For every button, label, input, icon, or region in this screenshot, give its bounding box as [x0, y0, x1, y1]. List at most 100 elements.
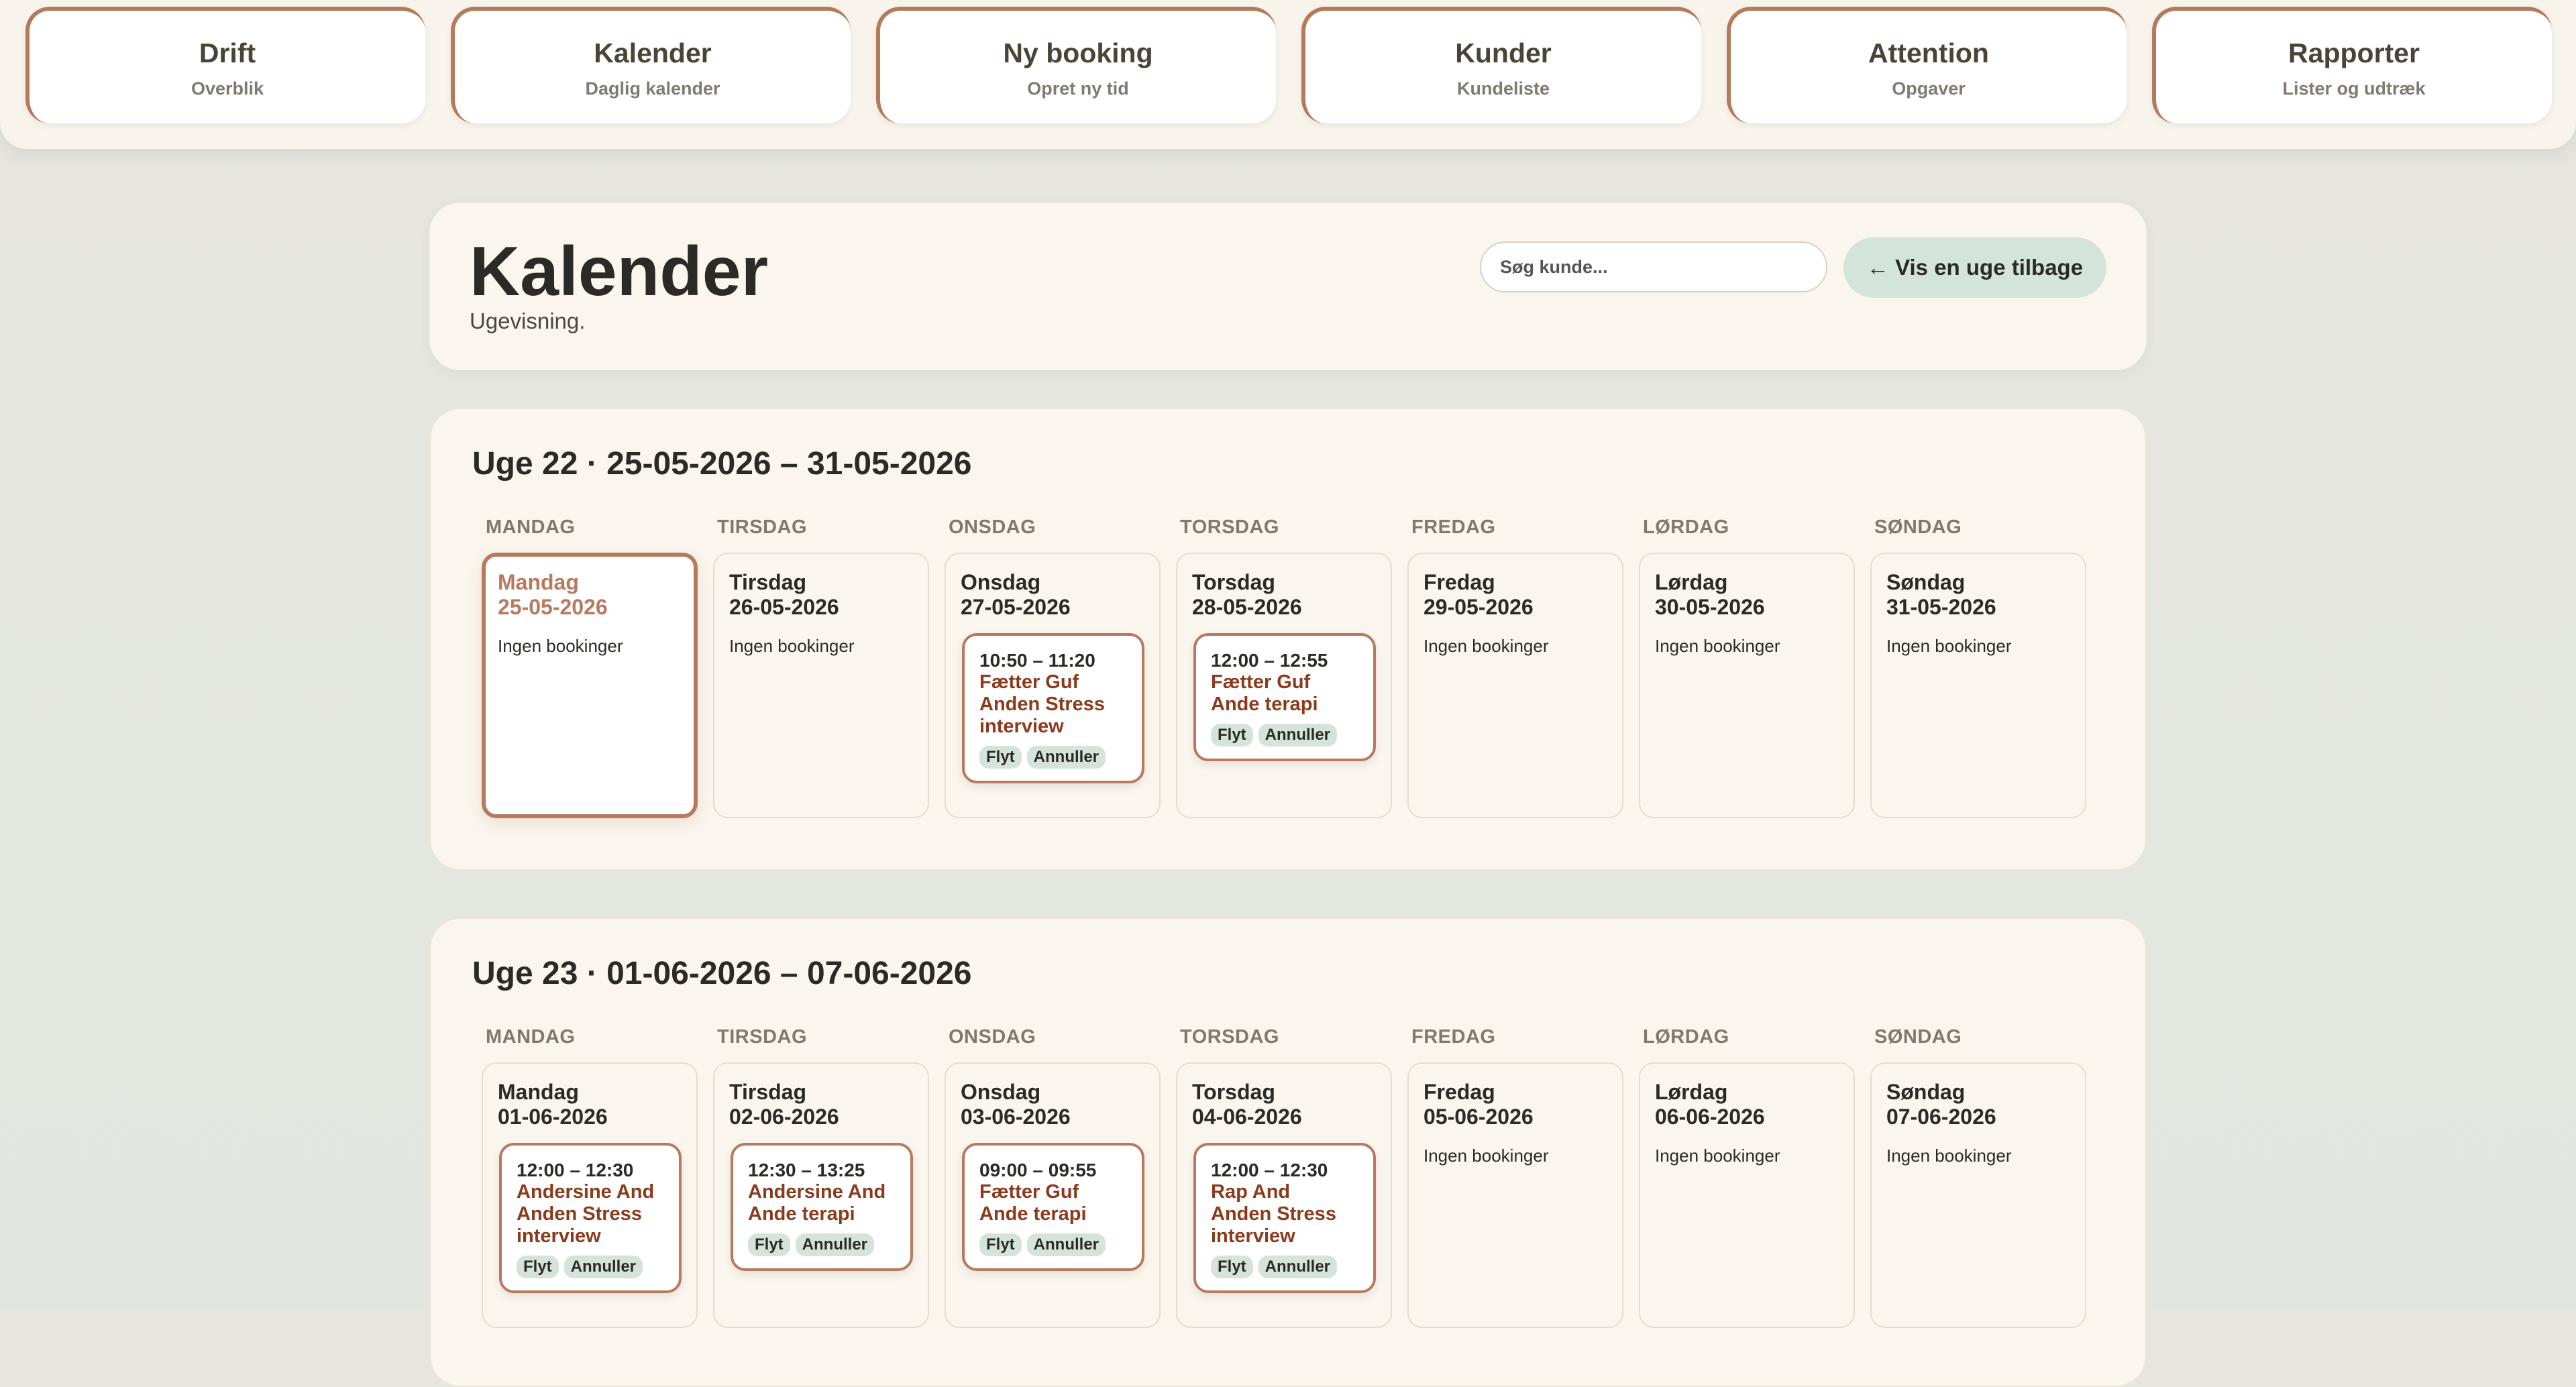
cancel-booking-button[interactable]: Annuller: [795, 1233, 875, 1256]
nav-drift[interactable]: Drift Overblik: [25, 7, 425, 123]
no-bookings-text: Ingen bookinger: [1424, 636, 1549, 656]
move-booking-button[interactable]: Flyt: [517, 1256, 559, 1278]
previous-week-button[interactable]: ← Vis en uge tilbage: [1843, 237, 2106, 298]
day-date: 03-06-2026: [961, 1105, 1071, 1129]
move-booking-button[interactable]: Flyt: [1211, 1256, 1253, 1278]
booking-treatment: Ande terapi: [1211, 694, 1318, 715]
booking-card[interactable]: 12:30 – 13:25 Andersine And Ande terapi Fly…: [731, 1143, 913, 1271]
weekday-header: LØRDAG: [1643, 1026, 1729, 1048]
day-cell[interactable]: Fredag 05-06-2026 Ingen bookinger: [1407, 1062, 1623, 1328]
day-name-date: Tirsdag 02-06-2026: [729, 1080, 839, 1129]
day-name: Søndag: [1886, 1080, 1966, 1104]
weekday-header: FREDAG: [1411, 1026, 1496, 1048]
weekday-header: FREDAG: [1411, 516, 1496, 538]
nav-title: Rapporter: [2288, 38, 2420, 68]
cancel-booking-button[interactable]: Annuller: [1258, 1256, 1338, 1278]
weekday-header: ONSDAG: [949, 1026, 1036, 1048]
nav-rapporter[interactable]: Rapporter Lister og udtræk: [2152, 7, 2552, 123]
customer-search-input[interactable]: [1480, 241, 1827, 292]
booking-card[interactable]: 12:00 – 12:55 Fætter Guf Ande terapi Flyt An…: [1193, 633, 1376, 761]
booking-treatment: Ande terapi: [979, 1203, 1087, 1225]
day-name: Tirsdag: [729, 1080, 806, 1104]
booking-card[interactable]: 12:00 – 12:30 Rap And Anden Stress intervi…: [1193, 1143, 1376, 1293]
nav-title: Attention: [1868, 38, 1989, 68]
day-name: Lørdag: [1655, 570, 1728, 594]
cancel-booking-button[interactable]: Annuller: [564, 1256, 643, 1278]
booking-treatment: Anden Stress interview: [979, 694, 1105, 737]
cancel-booking-button[interactable]: Annuller: [1258, 724, 1338, 746]
booking-treatment: Anden Stress interview: [1211, 1203, 1336, 1247]
nav-kalender[interactable]: Kalender Daglig kalender: [451, 7, 851, 123]
weekday-header: LØRDAG: [1643, 516, 1729, 538]
booking-card[interactable]: 12:00 – 12:30 Andersine And Anden Stress i…: [499, 1143, 682, 1293]
day-name-date: Lørdag 06-06-2026: [1655, 1080, 1765, 1129]
day-cell-today[interactable]: Mandag 25-05-2026 Ingen bookinger: [482, 553, 698, 818]
week-panel: Uge 22 · 25-05-2026 – 31-05-2026 MANDAG M…: [429, 408, 2147, 871]
day-cell[interactable]: Tirsdag 02-06-2026 12:30 – 13:25 Andersine …: [713, 1062, 929, 1328]
day-date: 05-06-2026: [1424, 1105, 1534, 1129]
top-navigation: Drift Overblik Kalender Daglig kalender …: [0, 0, 2576, 149]
day-name: Fredag: [1424, 570, 1495, 594]
nav-attention[interactable]: Attention Opgaver: [1727, 7, 2127, 123]
booking-time: 12:00 – 12:30: [1211, 1160, 1328, 1180]
day-name-date: Mandag 25-05-2026: [498, 570, 608, 620]
day-date: 31-05-2026: [1886, 595, 1996, 619]
nav-ny-booking[interactable]: Ny booking Opret ny tid: [876, 7, 1276, 123]
no-bookings-text: Ingen bookinger: [1655, 636, 1780, 656]
cancel-booking-button[interactable]: Annuller: [1026, 746, 1106, 769]
booking-customer: Fætter Guf: [979, 671, 1079, 693]
nav-subtitle: Opret ny tid: [1027, 78, 1129, 99]
nav-subtitle: Lister og udtræk: [2282, 78, 2426, 99]
nav-kunder[interactable]: Kunder Kundeliste: [1301, 7, 1701, 123]
week-title: Uge 23 · 01-06-2026 – 07-06-2026: [472, 956, 972, 991]
week-panel: Uge 23 · 01-06-2026 – 07-06-2026 MANDAG M…: [429, 918, 2147, 1387]
day-cell[interactable]: Onsdag 27-05-2026 10:50 – 11:20 Fætter Guf A…: [945, 553, 1161, 818]
day-date: 01-06-2026: [498, 1105, 608, 1129]
booking-card[interactable]: 10:50 – 11:20 Fætter Guf Anden Stress inte…: [962, 633, 1144, 783]
no-bookings-text: Ingen bookinger: [498, 636, 623, 656]
move-booking-button[interactable]: Flyt: [748, 1233, 790, 1256]
day-cell[interactable]: Onsdag 03-06-2026 09:00 – 09:55 Fætter Guf A…: [945, 1062, 1161, 1328]
day-cell[interactable]: Lørdag 30-05-2026 Ingen bookinger: [1639, 553, 1855, 818]
day-name: Mandag: [498, 1080, 579, 1104]
booking-actions: Flyt Annuller: [1211, 724, 1360, 746]
day-name: Torsdag: [1192, 570, 1275, 594]
day-date: 25-05-2026: [498, 595, 608, 619]
no-bookings-text: Ingen bookinger: [1655, 1146, 1780, 1166]
no-bookings-text: Ingen bookinger: [1424, 1146, 1549, 1166]
day-name-date: Fredag 29-05-2026: [1424, 570, 1534, 620]
booking-customer: Fætter Guf: [1211, 671, 1311, 693]
day-cell[interactable]: Lørdag 06-06-2026 Ingen bookinger: [1639, 1062, 1855, 1328]
nav-title: Kunder: [1455, 38, 1552, 68]
day-cell[interactable]: Torsdag 04-06-2026 12:00 – 12:30 Rap And And…: [1176, 1062, 1392, 1328]
booking-time: 12:30 – 13:25: [748, 1160, 865, 1180]
nav-title: Drift: [199, 38, 256, 68]
nav-subtitle: Daglig kalender: [585, 78, 720, 99]
booking-customer: Rap And: [1211, 1181, 1291, 1203]
no-bookings-text: Ingen bookinger: [729, 636, 855, 656]
booking-card[interactable]: 09:00 – 09:55 Fætter Guf Ande terapi Flyt An…: [962, 1143, 1144, 1271]
cancel-booking-button[interactable]: Annuller: [1026, 1233, 1106, 1256]
day-cell[interactable]: Torsdag 28-05-2026 12:00 – 12:55 Fætter Guf…: [1176, 553, 1392, 818]
day-date: 30-05-2026: [1655, 595, 1765, 619]
move-booking-button[interactable]: Flyt: [1211, 724, 1253, 746]
day-cell[interactable]: Mandag 01-06-2026 12:00 – 12:30 Andersine A…: [482, 1062, 698, 1328]
day-name-date: Torsdag 28-05-2026: [1192, 570, 1302, 620]
nav-subtitle: Opgaver: [1892, 78, 1966, 99]
day-name-date: Tirsdag 26-05-2026: [729, 570, 839, 620]
day-date: 26-05-2026: [729, 595, 839, 619]
move-booking-button[interactable]: Flyt: [979, 746, 1022, 769]
day-name: Tirsdag: [729, 570, 806, 594]
day-name-date: Lørdag 30-05-2026: [1655, 570, 1765, 620]
booking-customer: Andersine And: [748, 1181, 886, 1203]
day-cell[interactable]: Søndag 31-05-2026 Ingen bookinger: [1870, 553, 2086, 818]
page-subtitle: Ugevisning.: [470, 309, 586, 333]
no-bookings-text: Ingen bookinger: [1886, 1146, 2012, 1166]
day-date: 07-06-2026: [1886, 1105, 1996, 1129]
day-cell[interactable]: Søndag 07-06-2026 Ingen bookinger: [1870, 1062, 2086, 1328]
no-bookings-text: Ingen bookinger: [1886, 636, 2012, 656]
day-cell[interactable]: Tirsdag 26-05-2026 Ingen bookinger: [713, 553, 929, 818]
day-name: Mandag: [498, 570, 579, 594]
day-cell[interactable]: Fredag 29-05-2026 Ingen bookinger: [1407, 553, 1623, 818]
move-booking-button[interactable]: Flyt: [979, 1233, 1022, 1256]
